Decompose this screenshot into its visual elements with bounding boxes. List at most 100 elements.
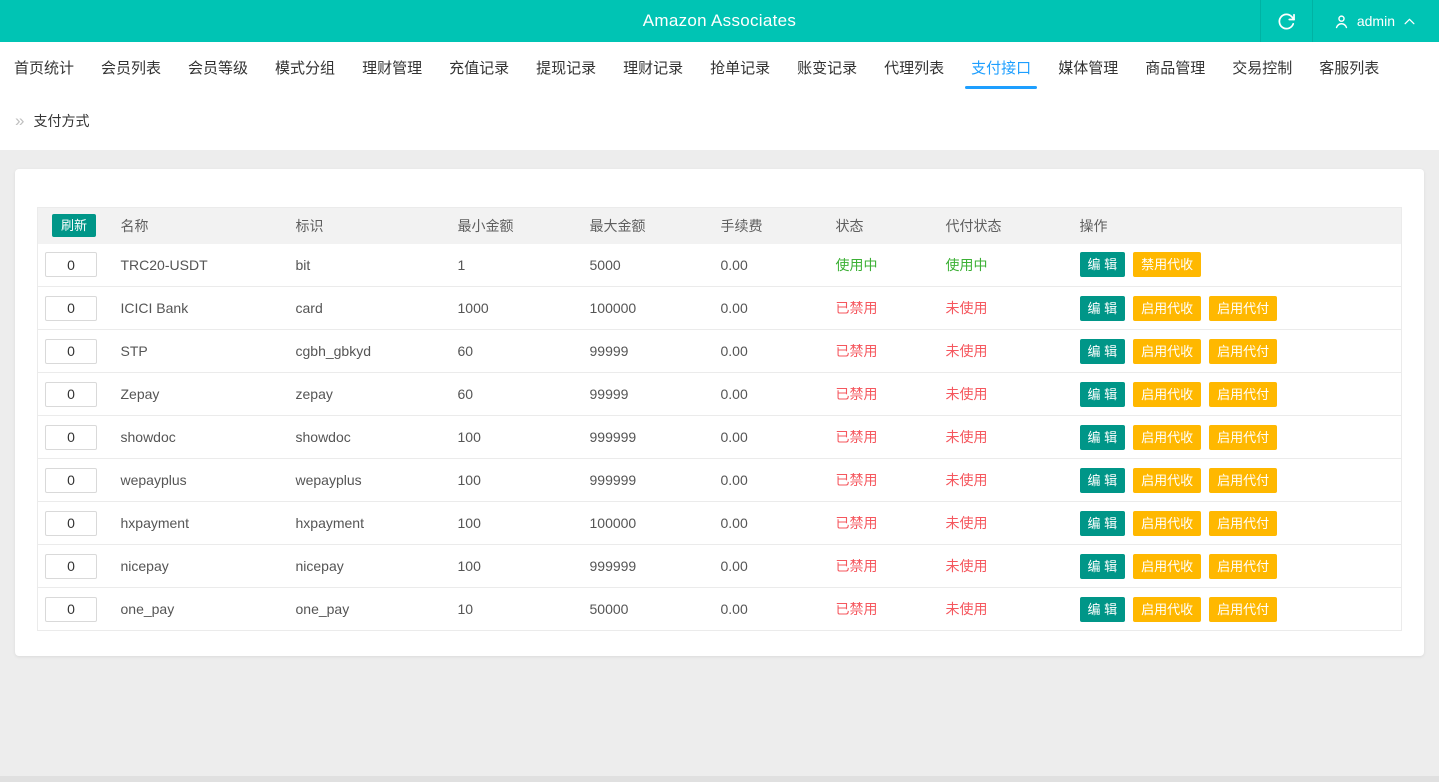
table-row: wepaypluswepayplus1009999990.00已禁用未使用编 辑… <box>38 459 1402 502</box>
nav-item-15[interactable]: 交易控制 <box>1232 42 1292 92</box>
sort-input[interactable] <box>45 511 97 536</box>
table-refresh-button[interactable]: 刷新 <box>52 214 96 237</box>
cell-name: STP <box>121 330 296 373</box>
enable-payout-button[interactable]: 启用代付 <box>1209 468 1277 493</box>
table-row: showdocshowdoc1009999990.00已禁用未使用编 辑启用代收… <box>38 416 1402 459</box>
cell-max-amount: 100000 <box>590 287 721 330</box>
nav-item-5[interactable]: 理财管理 <box>362 42 422 92</box>
enable-payout-button[interactable]: 启用代付 <box>1209 425 1277 450</box>
nav-item-4[interactable]: 模式分组 <box>275 42 335 92</box>
enable-payout-button[interactable]: 启用代付 <box>1209 597 1277 622</box>
cell-sort <box>38 287 121 330</box>
pay-status-badge: 未使用 <box>946 472 988 488</box>
nav-item-2[interactable]: 会员列表 <box>101 42 161 92</box>
nav-item-8[interactable]: 理财记录 <box>623 42 683 92</box>
cell-max-amount: 5000 <box>590 244 721 287</box>
enable-payout-button[interactable]: 启用代付 <box>1209 296 1277 321</box>
nav-item-14[interactable]: 商品管理 <box>1145 42 1205 92</box>
bottom-scrollbar-track[interactable] <box>0 776 1439 782</box>
status-badge: 已禁用 <box>836 601 878 617</box>
cell-max-amount: 99999 <box>590 373 721 416</box>
nav-item-10[interactable]: 账变记录 <box>797 42 857 92</box>
status-badge: 已禁用 <box>836 300 878 316</box>
sort-input[interactable] <box>45 425 97 450</box>
cell-actions: 编 辑启用代收启用代付 <box>1080 502 1402 545</box>
cell-pay-status: 未使用 <box>946 459 1080 502</box>
cell-pay-status: 未使用 <box>946 330 1080 373</box>
edit-button[interactable]: 编 辑 <box>1080 296 1126 321</box>
cell-max-amount: 999999 <box>590 545 721 588</box>
nav-item-13[interactable]: 媒体管理 <box>1058 42 1118 92</box>
enable-payout-button[interactable]: 启用代付 <box>1209 554 1277 579</box>
nav-item-6[interactable]: 充值记录 <box>449 42 509 92</box>
cell-name: Zepay <box>121 373 296 416</box>
cell-name: ICICI Bank <box>121 287 296 330</box>
cell-sort <box>38 502 121 545</box>
cell-fee: 0.00 <box>721 545 836 588</box>
cell-code: showdoc <box>296 416 458 459</box>
cell-min-amount: 60 <box>458 373 590 416</box>
sort-input[interactable] <box>45 554 97 579</box>
enable-collection-button[interactable]: 启用代收 <box>1133 597 1201 622</box>
nav-item-3[interactable]: 会员等级 <box>188 42 248 92</box>
enable-payout-button[interactable]: 启用代付 <box>1209 511 1277 536</box>
column-header-2: 标识 <box>296 208 458 244</box>
table-row: hxpaymenthxpayment1001000000.00已禁用未使用编 辑… <box>38 502 1402 545</box>
sort-input[interactable] <box>45 382 97 407</box>
enable-collection-button[interactable]: 启用代收 <box>1133 339 1201 364</box>
edit-button[interactable]: 编 辑 <box>1080 511 1126 536</box>
enable-payout-button[interactable]: 启用代付 <box>1209 339 1277 364</box>
refresh-button[interactable] <box>1260 0 1313 42</box>
cell-actions: 编 辑启用代收启用代付 <box>1080 459 1402 502</box>
enable-collection-button[interactable]: 启用代收 <box>1133 511 1201 536</box>
edit-button[interactable]: 编 辑 <box>1080 382 1126 407</box>
nav-item-16[interactable]: 客服列表 <box>1319 42 1379 92</box>
cell-fee: 0.00 <box>721 416 836 459</box>
sort-input[interactable] <box>45 468 97 493</box>
cell-name: TRC20-USDT <box>121 244 296 287</box>
enable-payout-button[interactable]: 启用代付 <box>1209 382 1277 407</box>
enable-collection-button[interactable]: 启用代收 <box>1133 468 1201 493</box>
user-menu[interactable]: admin <box>1313 0 1439 42</box>
nav-item-11[interactable]: 代理列表 <box>884 42 944 92</box>
edit-button[interactable]: 编 辑 <box>1080 554 1126 579</box>
edit-button[interactable]: 编 辑 <box>1080 425 1126 450</box>
main-nav: 首页统计会员列表会员等级模式分组理财管理充值记录提现记录理财记录抢单记录账变记录… <box>0 42 1439 92</box>
cell-code: cgbh_gbkyd <box>296 330 458 373</box>
cell-max-amount: 100000 <box>590 502 721 545</box>
table-row: TRC20-USDTbit150000.00使用中使用中编 辑禁用代收 <box>38 244 1402 287</box>
cell-code: card <box>296 287 458 330</box>
cell-sort <box>38 244 121 287</box>
edit-button[interactable]: 编 辑 <box>1080 339 1126 364</box>
enable-collection-button[interactable]: 启用代收 <box>1133 296 1201 321</box>
sort-input[interactable] <box>45 252 97 277</box>
cell-status: 已禁用 <box>836 588 946 631</box>
cell-code: wepayplus <box>296 459 458 502</box>
status-badge: 已禁用 <box>836 386 878 402</box>
column-header-6: 状态 <box>836 208 946 244</box>
nav-item-7[interactable]: 提现记录 <box>536 42 596 92</box>
nav-item-1[interactable]: 首页统计 <box>14 42 74 92</box>
sort-input[interactable] <box>45 339 97 364</box>
edit-button[interactable]: 编 辑 <box>1080 597 1126 622</box>
nav-item-9[interactable]: 抢单记录 <box>710 42 770 92</box>
nav-item-12[interactable]: 支付接口 <box>971 42 1031 92</box>
breadcrumb: » 支付方式 <box>0 92 1439 150</box>
enable-collection-button[interactable]: 启用代收 <box>1133 554 1201 579</box>
enable-collection-button[interactable]: 启用代收 <box>1133 425 1201 450</box>
chevron-up-icon <box>1402 14 1417 29</box>
disable-collection-button[interactable]: 禁用代收 <box>1133 252 1201 277</box>
enable-collection-button[interactable]: 启用代收 <box>1133 382 1201 407</box>
refresh-column-header: 刷新 <box>38 208 121 244</box>
pay-status-badge: 未使用 <box>946 429 988 445</box>
sort-input[interactable] <box>45 296 97 321</box>
status-badge: 已禁用 <box>836 343 878 359</box>
cell-sort <box>38 459 121 502</box>
edit-button[interactable]: 编 辑 <box>1080 468 1126 493</box>
pay-status-badge: 未使用 <box>946 515 988 531</box>
edit-button[interactable]: 编 辑 <box>1080 252 1126 277</box>
cell-code: hxpayment <box>296 502 458 545</box>
sort-input[interactable] <box>45 597 97 622</box>
refresh-icon <box>1277 12 1296 31</box>
pay-status-badge: 未使用 <box>946 386 988 402</box>
